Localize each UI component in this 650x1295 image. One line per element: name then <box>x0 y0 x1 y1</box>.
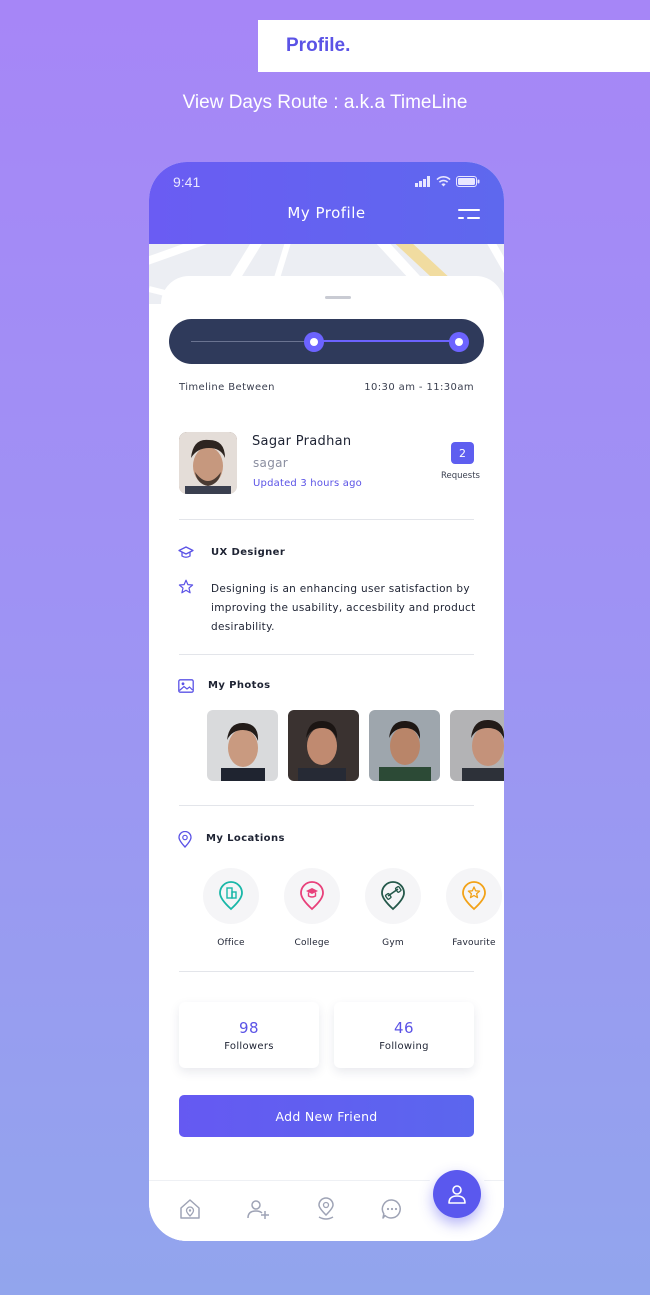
photo-strip <box>207 710 504 781</box>
favourite-pin-icon <box>446 868 502 924</box>
status-time: 9:41 <box>173 174 201 190</box>
chat-icon[interactable] <box>380 1197 404 1221</box>
profile-updated: Updated 3 hours ago <box>253 478 362 489</box>
menu-icon[interactable] <box>458 208 480 222</box>
job-title: UX Designer <box>211 547 286 558</box>
following-count: 46 <box>393 1018 415 1037</box>
location-label: Gym <box>382 938 404 948</box>
divider <box>179 971 474 972</box>
photo-thumbnail[interactable] <box>288 710 359 781</box>
location-item-college[interactable]: College <box>284 868 340 948</box>
app-header: 9:41 My Profile <box>149 162 504 244</box>
timeline-active-range <box>314 340 459 342</box>
banner: Profile. <box>258 20 650 72</box>
add-user-icon[interactable] <box>246 1197 270 1221</box>
signal-icon <box>415 176 430 187</box>
followers-label: Followers <box>224 1040 274 1052</box>
photos-title: My Photos <box>208 680 271 691</box>
location-pin-icon <box>178 831 192 848</box>
avatar[interactable] <box>179 432 237 494</box>
banner-title: Profile. <box>286 35 351 56</box>
image-icon <box>178 679 194 693</box>
location-item-office[interactable]: Office <box>203 868 259 948</box>
photo-thumbnail[interactable] <box>369 710 440 781</box>
location-label: College <box>294 938 330 948</box>
following-card[interactable]: 46 Following <box>334 1002 474 1068</box>
location-list: Office College Gym Favourite <box>203 868 502 948</box>
college-pin-icon <box>284 868 340 924</box>
profile-username: sagar <box>253 456 289 470</box>
followers-count: 98 <box>238 1018 260 1037</box>
profile-icon <box>448 1185 466 1204</box>
profile-name: Sagar Pradhan <box>252 434 352 449</box>
home-icon[interactable] <box>178 1197 202 1221</box>
profile-fab[interactable] <box>433 1170 481 1218</box>
battery-icon <box>456 176 480 187</box>
requests-badge[interactable]: 2 <box>451 442 474 464</box>
star-icon <box>178 579 194 594</box>
divider <box>179 654 474 655</box>
followers-card[interactable]: 98 Followers <box>179 1002 319 1068</box>
location-label: Favourite <box>452 938 496 948</box>
location-icon[interactable] <box>314 1197 338 1221</box>
phone-screen: 9:41 My Profile Timeline Between 10:30 a… <box>149 162 504 1241</box>
gym-pin-icon <box>365 868 421 924</box>
timeline-slider[interactable] <box>169 319 484 364</box>
photo-thumbnail[interactable] <box>207 710 278 781</box>
requests-label: Requests <box>441 471 480 481</box>
status-icons <box>415 176 480 187</box>
photo-thumbnail[interactable] <box>450 710 504 781</box>
location-label: Office <box>217 938 245 948</box>
divider <box>179 519 474 520</box>
wifi-icon <box>436 176 451 187</box>
office-pin-icon <box>203 868 259 924</box>
divider <box>179 805 474 806</box>
location-item-gym[interactable]: Gym <box>365 868 421 948</box>
timeline-label: Timeline Between <box>179 382 275 393</box>
profile-bio: Designing is an enhancing user satisfact… <box>211 583 476 633</box>
locations-title: My Locations <box>206 833 285 844</box>
location-item-favourite[interactable]: Favourite <box>446 868 502 948</box>
timeline-range: 10:30 am - 11:30am <box>364 382 474 393</box>
header-title: My Profile <box>287 204 366 222</box>
timeline-end-handle[interactable] <box>449 332 469 352</box>
add-new-friend-button[interactable]: Add New Friend <box>179 1095 474 1137</box>
following-label: Following <box>379 1040 429 1052</box>
sheet-handle[interactable] <box>325 296 351 299</box>
page-subtitle: View Days Route : a.k.a TimeLine <box>182 92 468 113</box>
graduation-cap-icon <box>178 546 194 558</box>
timeline-start-handle[interactable] <box>304 332 324 352</box>
